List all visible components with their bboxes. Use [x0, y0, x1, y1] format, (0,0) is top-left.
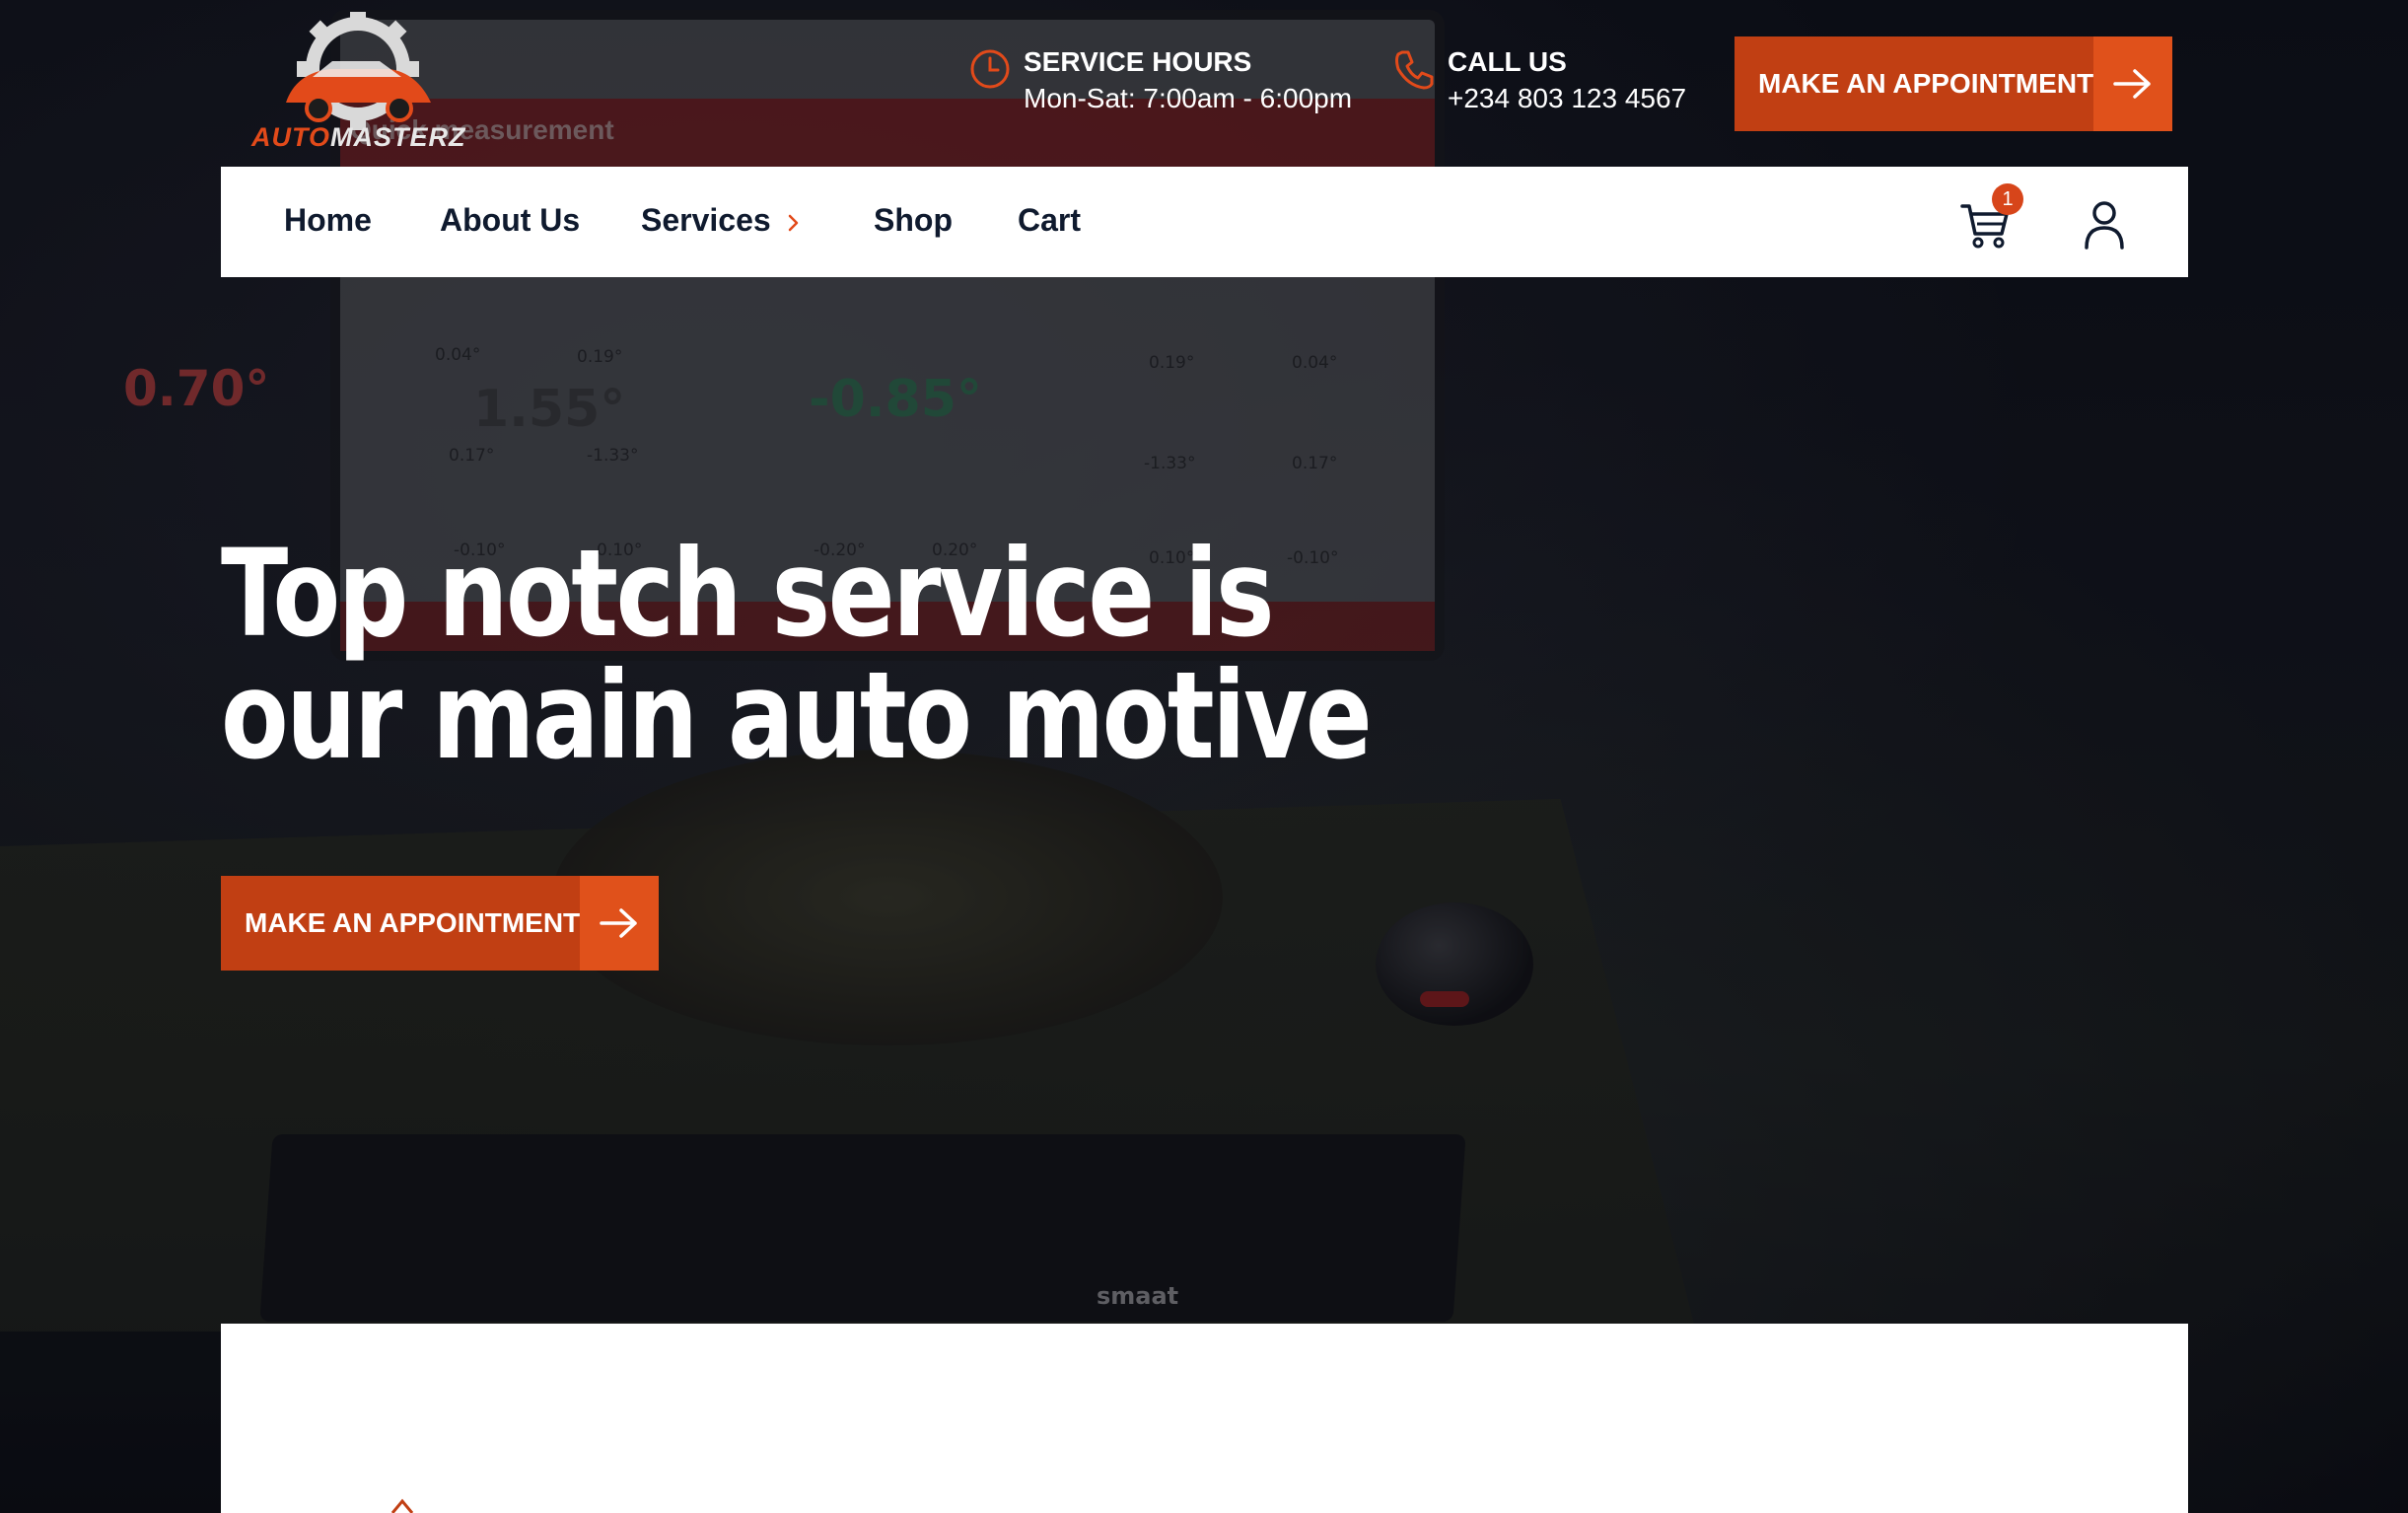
lower-content-panel — [221, 1324, 2188, 1513]
site-logo[interactable]: AUTOMASTERZ — [251, 8, 466, 155]
nav-item-cart[interactable]: Cart — [1018, 202, 1081, 239]
hero-appointment-label: MAKE AN APPOINTMENT — [245, 907, 581, 938]
service-hours-value: Mon-Sat: 7:00am - 6:00pm — [1024, 83, 1353, 113]
call-us-text: CALL US +234 803 123 4567 — [1448, 45, 1686, 118]
logo-suffix: MASTERZ — [330, 122, 466, 152]
service-hours-title: SERVICE HOURS — [1024, 46, 1252, 77]
gear-car-logo-icon — [286, 8, 431, 130]
nav-item-about-us[interactable]: About Us — [440, 202, 580, 239]
arrow-right-icon — [600, 908, 637, 938]
header-appointment-button[interactable]: MAKE AN APPOINTMENT — [1735, 36, 2172, 131]
hero-appointment-button[interactable]: MAKE AN APPOINTMENT — [221, 876, 659, 971]
hero-title: Top notch service is our main auto motiv… — [221, 524, 1373, 786]
phone-icon — [1395, 50, 1434, 90]
nav-item-shop[interactable]: Shop — [874, 202, 953, 239]
hero-title-line-1: Top notch service is — [221, 524, 1275, 664]
hero-title-line-2: our main auto motive — [221, 646, 1373, 786]
user-icon[interactable] — [2080, 198, 2129, 252]
chevron-right-icon[interactable] — [781, 210, 807, 236]
clock-icon — [970, 49, 1010, 89]
logo-wordmark: AUTOMASTERZ — [251, 122, 466, 153]
decorative-mark-icon — [390, 1498, 414, 1513]
arrow-right-icon — [2113, 69, 2151, 99]
logo-prefix: AUTO — [251, 122, 331, 152]
page: Quick measurement 0.04° 0.19° 0.17° -1.3… — [0, 0, 2408, 1513]
nav-item-services[interactable]: Services — [641, 202, 771, 239]
cart-count-badge: 1 — [1992, 183, 2023, 215]
main-navigation: Home About Us Services Shop Cart 1 — [221, 167, 2188, 277]
header-appointment-arrow — [2093, 36, 2172, 131]
service-hours-text: SERVICE HOURS Mon-Sat: 7:00am - 6:00pm — [1024, 45, 1352, 118]
call-us[interactable]: CALL US +234 803 123 4567 — [1392, 45, 1686, 118]
header-appointment-label: MAKE AN APPOINTMENT — [1758, 68, 2094, 99]
phone-number-link[interactable]: +234 803 123 4567 — [1448, 79, 1686, 118]
nav-item-home[interactable]: Home — [284, 202, 372, 239]
hero-appointment-arrow — [580, 876, 659, 971]
call-us-title: CALL US — [1448, 46, 1567, 77]
service-hours: SERVICE HOURS Mon-Sat: 7:00am - 6:00pm — [968, 45, 1352, 118]
